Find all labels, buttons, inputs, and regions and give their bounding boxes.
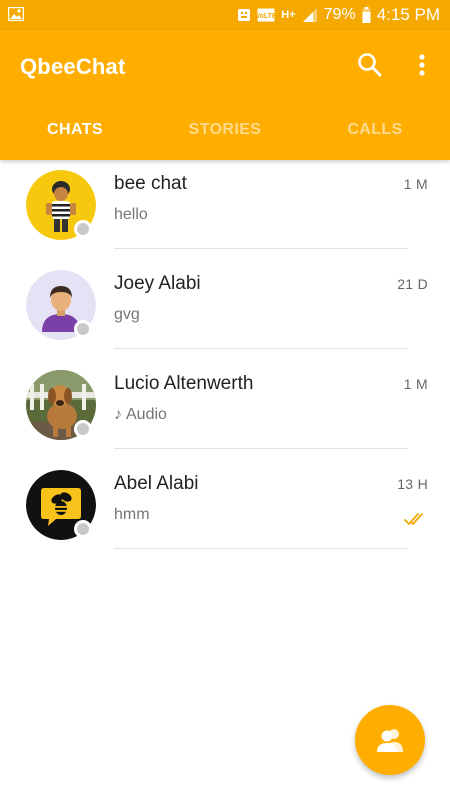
avatar bbox=[26, 470, 96, 540]
chat-preview: ♪ Audio bbox=[114, 406, 167, 424]
chat-time: 13 H bbox=[397, 476, 428, 492]
chat-list-item[interactable]: Lucio Altenwerth ♪ Audio 1 M bbox=[0, 360, 450, 460]
chat-preview: hmm bbox=[114, 506, 150, 523]
contacts-icon bbox=[377, 729, 403, 752]
app-title: QbeeChat bbox=[20, 54, 126, 79]
svg-text:VoLTE: VoLTE bbox=[257, 13, 275, 20]
divider bbox=[114, 348, 408, 349]
chat-preview: gvg bbox=[114, 306, 140, 323]
app-bar: QbeeChat CHATS STORIES CALLS bbox=[0, 30, 450, 160]
double-check-icon bbox=[404, 513, 423, 526]
clock: 4:15 PM bbox=[376, 5, 440, 24]
image-notification-icon bbox=[8, 7, 24, 21]
chat-time: 1 M bbox=[403, 176, 428, 192]
tab-chats[interactable]: CHATS bbox=[0, 100, 150, 160]
status-bar: VoLTE H+ 79% 4:15 PM bbox=[0, 0, 450, 30]
chat-list-item[interactable]: bee chat hello 1 M bbox=[0, 160, 450, 260]
chat-list-item[interactable]: Joey Alabi gvg 21 D bbox=[0, 260, 450, 360]
chat-name: Joey Alabi bbox=[114, 273, 201, 294]
network-type: H+ bbox=[281, 9, 296, 21]
divider bbox=[114, 548, 408, 549]
chat-name: Abel Alabi bbox=[114, 473, 199, 494]
chat-time: 21 D bbox=[397, 276, 428, 292]
chat-list-item[interactable]: Abel Alabi hmm 13 H bbox=[0, 460, 450, 560]
chat-preview: hello bbox=[114, 206, 148, 223]
chat-name: bee chat bbox=[114, 173, 187, 194]
tab-bar: CHATS STORIES CALLS bbox=[0, 100, 450, 160]
divider bbox=[114, 448, 408, 449]
chat-list: bee chat hello 1 M Joey Alabi gvg 21 D L… bbox=[0, 160, 450, 560]
chat-preview-text: Audio bbox=[126, 406, 167, 423]
chat-time: 1 M bbox=[403, 376, 428, 392]
avatar bbox=[26, 270, 96, 340]
music-note-icon: ♪ bbox=[114, 406, 122, 423]
presence-indicator bbox=[74, 220, 92, 238]
divider bbox=[114, 248, 408, 249]
search-icon[interactable] bbox=[355, 50, 385, 80]
usb-debug-icon bbox=[238, 9, 251, 21]
battery-percent: 79% bbox=[323, 6, 356, 23]
signal-icon bbox=[302, 8, 317, 22]
presence-indicator bbox=[74, 420, 92, 438]
battery-icon bbox=[362, 7, 371, 23]
tab-calls[interactable]: CALLS bbox=[300, 100, 450, 160]
presence-indicator bbox=[74, 320, 92, 338]
new-chat-fab[interactable] bbox=[355, 705, 425, 775]
volte-icon: VoLTE bbox=[257, 8, 275, 22]
avatar bbox=[26, 370, 96, 440]
more-vert-icon[interactable] bbox=[410, 50, 434, 80]
avatar bbox=[26, 170, 96, 240]
presence-indicator bbox=[74, 520, 92, 538]
tab-stories[interactable]: STORIES bbox=[150, 100, 300, 160]
chat-name: Lucio Altenwerth bbox=[114, 373, 254, 394]
status-bar-right: VoLTE H+ 79% 4:15 PM bbox=[237, 5, 440, 25]
